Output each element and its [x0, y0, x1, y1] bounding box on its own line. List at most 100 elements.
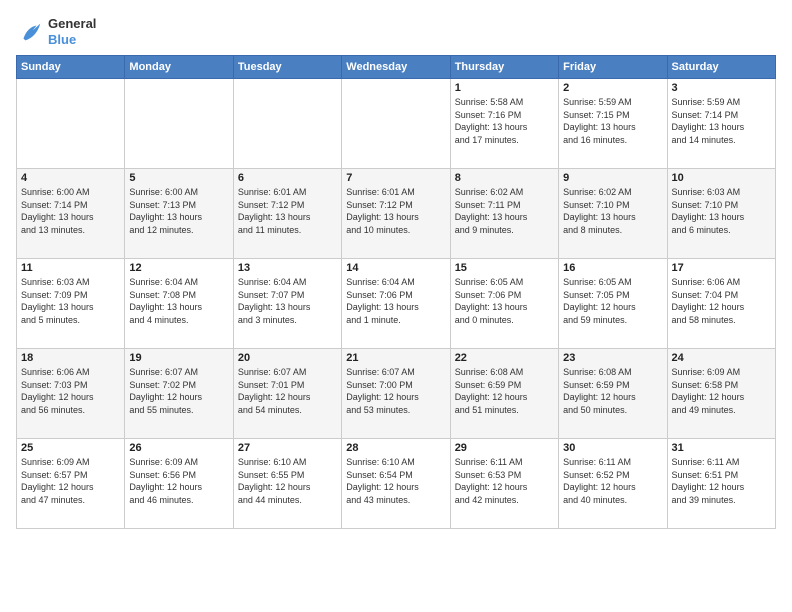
cal-cell: 7 Sunrise: 6:01 AM Sunset: 7:12 PM Daylig… — [342, 169, 450, 259]
cell-content: Sunrise: 5:59 AM Sunset: 7:14 PM Dayligh… — [672, 96, 771, 146]
cal-cell: 8 Sunrise: 6:02 AM Sunset: 7:11 PM Daylig… — [450, 169, 558, 259]
day-header-sunday: Sunday — [17, 56, 125, 79]
date-number: 15 — [455, 262, 554, 274]
cal-cell: 18Sunrise: 6:06 AM Sunset: 7:03 PM Dayli… — [17, 349, 125, 439]
day-header-friday: Friday — [559, 56, 667, 79]
logo: General Blue — [16, 16, 96, 47]
cal-cell: 1 Sunrise: 5:58 AM Sunset: 7:16 PM Daylig… — [450, 79, 558, 169]
cal-cell: 28Sunrise: 6:10 AM Sunset: 6:54 PM Dayli… — [342, 439, 450, 529]
cell-content: Sunrise: 6:05 AM Sunset: 7:06 PM Dayligh… — [455, 276, 554, 326]
date-number: 13 — [238, 262, 337, 274]
cal-cell: 6 Sunrise: 6:01 AM Sunset: 7:12 PM Daylig… — [233, 169, 341, 259]
cell-content: Sunrise: 6:07 AM Sunset: 7:02 PM Dayligh… — [129, 366, 228, 416]
cell-content: Sunrise: 5:58 AM Sunset: 7:16 PM Dayligh… — [455, 96, 554, 146]
cal-cell — [342, 79, 450, 169]
date-number: 24 — [672, 352, 771, 364]
cal-cell: 21 Sunrise: 6:07 AM Sunset: 7:00 PM Dayli… — [342, 349, 450, 439]
cell-content: Sunrise: 6:09 AM Sunset: 6:58 PM Dayligh… — [672, 366, 771, 416]
cal-cell: 25 Sunrise: 6:09 AM Sunset: 6:57 PM Dayli… — [17, 439, 125, 529]
day-header-saturday: Saturday — [667, 56, 775, 79]
cal-cell: 23Sunrise: 6:08 AM Sunset: 6:59 PM Dayli… — [559, 349, 667, 439]
date-number: 27 — [238, 442, 337, 454]
cell-content: Sunrise: 6:01 AM Sunset: 7:12 PM Dayligh… — [238, 186, 337, 236]
cell-content: Sunrise: 6:10 AM Sunset: 6:54 PM Dayligh… — [346, 456, 445, 506]
cell-content: Sunrise: 6:10 AM Sunset: 6:55 PM Dayligh… — [238, 456, 337, 506]
cal-cell: 20 Sunrise: 6:07 AM Sunset: 7:01 PM Dayli… — [233, 349, 341, 439]
date-number: 29 — [455, 442, 554, 454]
cell-content: Sunrise: 6:06 AM Sunset: 7:04 PM Dayligh… — [672, 276, 771, 326]
cal-cell: 16 Sunrise: 6:05 AM Sunset: 7:05 PM Dayli… — [559, 259, 667, 349]
cal-cell: 24 Sunrise: 6:09 AM Sunset: 6:58 PM Dayli… — [667, 349, 775, 439]
cal-cell: 11 Sunrise: 6:03 AM Sunset: 7:09 PM Dayli… — [17, 259, 125, 349]
cal-cell: 5Sunrise: 6:00 AM Sunset: 7:13 PM Daylig… — [125, 169, 233, 259]
date-number: 7 — [346, 172, 445, 184]
cell-content: Sunrise: 6:04 AM Sunset: 7:08 PM Dayligh… — [129, 276, 228, 326]
logo-text: General Blue — [48, 16, 96, 47]
cal-cell: 13 Sunrise: 6:04 AM Sunset: 7:07 PM Dayli… — [233, 259, 341, 349]
page-header: General Blue — [16, 16, 776, 47]
cell-content: Sunrise: 6:04 AM Sunset: 7:07 PM Dayligh… — [238, 276, 337, 326]
cal-cell: 15 Sunrise: 6:05 AM Sunset: 7:06 PM Dayli… — [450, 259, 558, 349]
date-number: 30 — [563, 442, 662, 454]
date-number: 22 — [455, 352, 554, 364]
cell-content: Sunrise: 6:05 AM Sunset: 7:05 PM Dayligh… — [563, 276, 662, 326]
cell-content: Sunrise: 6:02 AM Sunset: 7:11 PM Dayligh… — [455, 186, 554, 236]
logo-icon — [16, 18, 44, 46]
date-number: 20 — [238, 352, 337, 364]
cal-cell: 12 Sunrise: 6:04 AM Sunset: 7:08 PM Dayli… — [125, 259, 233, 349]
cell-content: Sunrise: 6:11 AM Sunset: 6:53 PM Dayligh… — [455, 456, 554, 506]
date-number: 11 — [21, 262, 120, 274]
cell-content: Sunrise: 6:11 AM Sunset: 6:52 PM Dayligh… — [563, 456, 662, 506]
cell-content: Sunrise: 5:59 AM Sunset: 7:15 PM Dayligh… — [563, 96, 662, 146]
date-number: 2 — [563, 82, 662, 94]
cal-cell: 27 Sunrise: 6:10 AM Sunset: 6:55 PM Dayli… — [233, 439, 341, 529]
date-number: 4 — [21, 172, 120, 184]
date-number: 18 — [21, 352, 120, 364]
date-number: 3 — [672, 82, 771, 94]
cell-content: Sunrise: 6:09 AM Sunset: 6:56 PM Dayligh… — [129, 456, 228, 506]
cal-cell — [17, 79, 125, 169]
cal-cell: 4 Sunrise: 6:00 AM Sunset: 7:14 PM Daylig… — [17, 169, 125, 259]
cell-content: Sunrise: 6:03 AM Sunset: 7:10 PM Dayligh… — [672, 186, 771, 236]
cal-cell: 9 Sunrise: 6:02 AM Sunset: 7:10 PM Daylig… — [559, 169, 667, 259]
cell-content: Sunrise: 6:01 AM Sunset: 7:12 PM Dayligh… — [346, 186, 445, 236]
cell-content: Sunrise: 6:04 AM Sunset: 7:06 PM Dayligh… — [346, 276, 445, 326]
cell-content: Sunrise: 6:11 AM Sunset: 6:51 PM Dayligh… — [672, 456, 771, 506]
cell-content: Sunrise: 6:00 AM Sunset: 7:14 PM Dayligh… — [21, 186, 120, 236]
date-number: 25 — [21, 442, 120, 454]
cal-cell: 19 Sunrise: 6:07 AM Sunset: 7:02 PM Dayli… — [125, 349, 233, 439]
date-number: 9 — [563, 172, 662, 184]
cell-content: Sunrise: 6:07 AM Sunset: 7:01 PM Dayligh… — [238, 366, 337, 416]
date-number: 5 — [129, 172, 228, 184]
cell-content: Sunrise: 6:03 AM Sunset: 7:09 PM Dayligh… — [21, 276, 120, 326]
cal-cell: 26 Sunrise: 6:09 AM Sunset: 6:56 PM Dayli… — [125, 439, 233, 529]
date-number: 1 — [455, 82, 554, 94]
date-number: 19 — [129, 352, 228, 364]
cell-content: Sunrise: 6:07 AM Sunset: 7:00 PM Dayligh… — [346, 366, 445, 416]
cell-content: Sunrise: 6:02 AM Sunset: 7:10 PM Dayligh… — [563, 186, 662, 236]
cal-cell: 30 Sunrise: 6:11 AM Sunset: 6:52 PM Dayli… — [559, 439, 667, 529]
day-header-thursday: Thursday — [450, 56, 558, 79]
date-number: 26 — [129, 442, 228, 454]
day-header-wednesday: Wednesday — [342, 56, 450, 79]
date-number: 21 — [346, 352, 445, 364]
calendar-table: SundayMondayTuesdayWednesdayThursdayFrid… — [16, 55, 776, 529]
cal-cell: 31 Sunrise: 6:11 AM Sunset: 6:51 PM Dayli… — [667, 439, 775, 529]
date-number: 31 — [672, 442, 771, 454]
cal-cell: 22 Sunrise: 6:08 AM Sunset: 6:59 PM Dayli… — [450, 349, 558, 439]
date-number: 16 — [563, 262, 662, 274]
cal-cell — [233, 79, 341, 169]
date-number: 23 — [563, 352, 662, 364]
date-number: 12 — [129, 262, 228, 274]
date-number: 6 — [238, 172, 337, 184]
cell-content: Sunrise: 6:08 AM Sunset: 6:59 PM Dayligh… — [455, 366, 554, 416]
date-number: 17 — [672, 262, 771, 274]
day-header-tuesday: Tuesday — [233, 56, 341, 79]
date-number: 8 — [455, 172, 554, 184]
cell-content: Sunrise: 6:09 AM Sunset: 6:57 PM Dayligh… — [21, 456, 120, 506]
cal-cell: 2 Sunrise: 5:59 AM Sunset: 7:15 PM Daylig… — [559, 79, 667, 169]
cal-cell — [125, 79, 233, 169]
cal-cell: 17 Sunrise: 6:06 AM Sunset: 7:04 PM Dayli… — [667, 259, 775, 349]
cal-cell: 29 Sunrise: 6:11 AM Sunset: 6:53 PM Dayli… — [450, 439, 558, 529]
cal-cell: 14Sunrise: 6:04 AM Sunset: 7:06 PM Dayli… — [342, 259, 450, 349]
